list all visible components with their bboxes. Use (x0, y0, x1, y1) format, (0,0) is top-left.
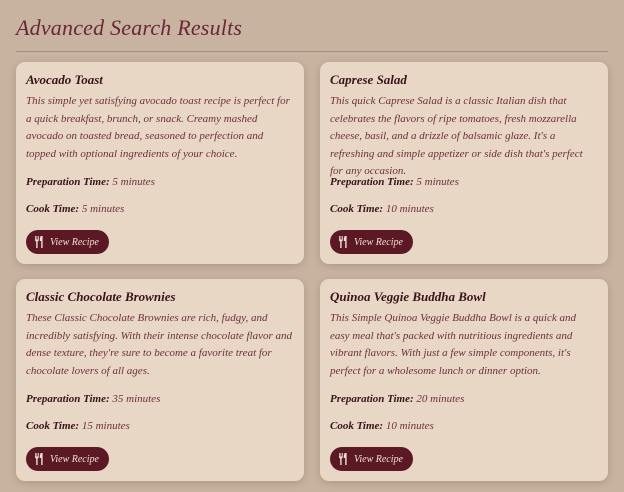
cook-time-value: 15 minutes (81, 420, 130, 432)
recipe-title: Avocado Toast (26, 72, 103, 87)
cook-time-row: Cook Time: 10 minutes (330, 418, 598, 434)
utensils-icon (34, 236, 45, 248)
recipe-title: Caprese Salad (330, 72, 407, 87)
prep-time-value: 5 minutes (416, 176, 459, 188)
view-recipe-button[interactable]: View Recipe (330, 230, 413, 254)
cook-time-value: 10 minutes (385, 420, 434, 432)
prep-time-row: Preparation Time: 5 minutes (330, 174, 598, 190)
prep-time-value: 20 minutes (416, 393, 465, 405)
view-recipe-label: View Recipe (354, 236, 403, 248)
cook-time-label: Cook Time: (330, 203, 384, 215)
view-recipe-button[interactable]: View Recipe (26, 230, 109, 254)
cook-time-label: Cook Time: (330, 420, 384, 432)
cook-time-row: Cook Time: 10 minutes (330, 201, 598, 217)
recipe-card: Avocado Toast This simple yet satisfying… (16, 62, 304, 264)
view-recipe-label: View Recipe (50, 236, 99, 248)
prep-time-label: Preparation Time: (26, 393, 110, 405)
cook-time-row: Cook Time: 15 minutes (26, 418, 294, 434)
prep-time-label: Preparation Time: (26, 176, 110, 188)
cook-time-row: Cook Time: 5 minutes (26, 201, 294, 217)
prep-time-value: 35 minutes (112, 393, 161, 405)
recipe-description: This Simple Quinoa Veggie Buddha Bowl is… (330, 312, 576, 377)
view-recipe-label: View Recipe (50, 453, 99, 465)
title-divider (16, 51, 608, 52)
recipe-card: Caprese Salad This quick Caprese Salad i… (320, 62, 608, 264)
prep-time-label: Preparation Time: (330, 393, 414, 405)
cook-time-value: 5 minutes (81, 203, 125, 215)
cook-time-label: Cook Time: (26, 420, 80, 432)
utensils-icon (34, 453, 45, 465)
view-recipe-button[interactable]: View Recipe (26, 447, 109, 471)
recipe-description: These Classic Chocolate Brownies are ric… (26, 312, 292, 377)
recipe-card: Quinoa Veggie Buddha Bowl This Simple Qu… (320, 279, 608, 481)
recipe-title: Quinoa Veggie Buddha Bowl (330, 289, 486, 304)
prep-time-row: Preparation Time: 35 minutes (26, 391, 294, 407)
prep-time-value: 5 minutes (112, 176, 155, 188)
search-results-page: Advanced Search Results Avocado Toast Th… (0, 0, 624, 492)
recipe-description: This simple yet satisfying avocado toast… (26, 95, 290, 160)
recipe-card: Classic Chocolate Brownies These Classic… (16, 279, 304, 481)
recipe-description: This quick Caprese Salad is a classic It… (330, 95, 583, 177)
cook-time-value: 10 minutes (385, 203, 434, 215)
view-recipe-label: View Recipe (354, 453, 403, 465)
page-title: Advanced Search Results (16, 15, 243, 40)
prep-time-row: Preparation Time: 20 minutes (330, 391, 598, 407)
recipe-title: Classic Chocolate Brownies (26, 289, 176, 304)
view-recipe-button[interactable]: View Recipe (330, 447, 413, 471)
prep-time-label: Preparation Time: (330, 176, 414, 188)
cook-time-label: Cook Time: (26, 203, 80, 215)
utensils-icon (338, 453, 349, 465)
prep-time-row: Preparation Time: 5 minutes (26, 174, 294, 190)
utensils-icon (338, 236, 349, 248)
